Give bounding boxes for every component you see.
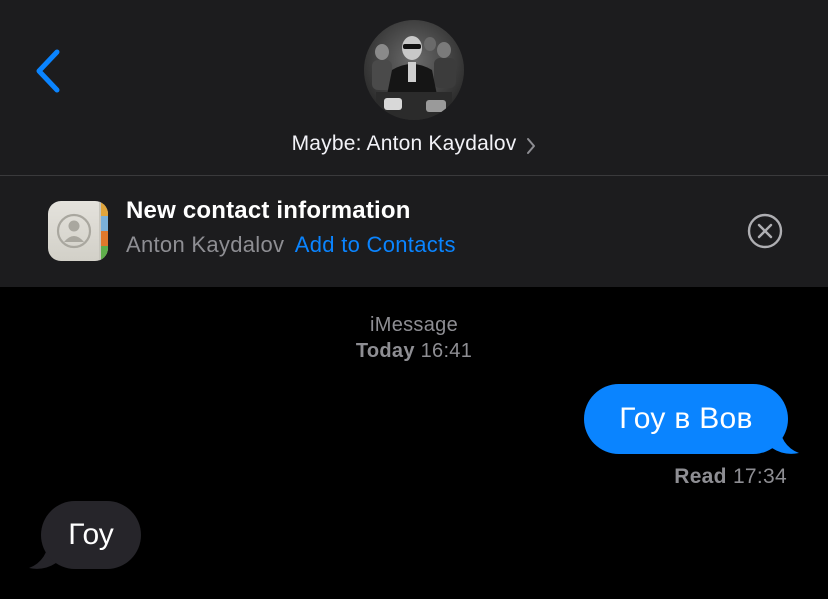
- service-label: iMessage: [370, 314, 458, 336]
- chevron-right-icon: [526, 137, 536, 155]
- chevron-left-icon: [36, 49, 60, 93]
- conversation-header: Maybe: Anton Kaydalov: [0, 0, 828, 176]
- back-button[interactable]: [24, 42, 72, 100]
- timestamp-time: 16:41: [420, 340, 473, 362]
- message-outgoing[interactable]: Гоу в Вов: [584, 384, 800, 456]
- timestamp-day: Today: [355, 340, 415, 362]
- messages-screen: Maybe: Anton Kaydalov New contact inform…: [0, 0, 828, 599]
- banner-title: New contact information: [126, 197, 411, 224]
- outgoing-bubble-text: Гоу в Вов: [584, 384, 788, 454]
- avatar[interactable]: [364, 20, 464, 120]
- add-to-contacts-link[interactable]: Add to Contacts: [295, 232, 456, 257]
- incoming-bubble-text: Гоу: [41, 501, 141, 569]
- contacts-app-icon: [48, 201, 108, 261]
- contact-name-button[interactable]: Maybe: Anton Kaydalov: [0, 128, 828, 160]
- dismiss-banner-button[interactable]: [746, 212, 784, 250]
- banner-contact-name: Anton Kaydalov: [126, 232, 285, 257]
- read-receipt: Read 17:34: [674, 465, 787, 489]
- contact-name: Maybe: Anton Kaydalov: [291, 132, 517, 155]
- read-label: Read: [674, 465, 727, 488]
- message-incoming[interactable]: Гоу: [28, 501, 142, 571]
- banner-subtitle: Anton Kaydalov Add to Contacts: [126, 232, 456, 258]
- conversation-timestamp: Today 16:41: [0, 340, 828, 363]
- contact-photo: [364, 20, 464, 120]
- read-time: 17:34: [732, 465, 787, 488]
- close-circle-icon: [747, 213, 783, 249]
